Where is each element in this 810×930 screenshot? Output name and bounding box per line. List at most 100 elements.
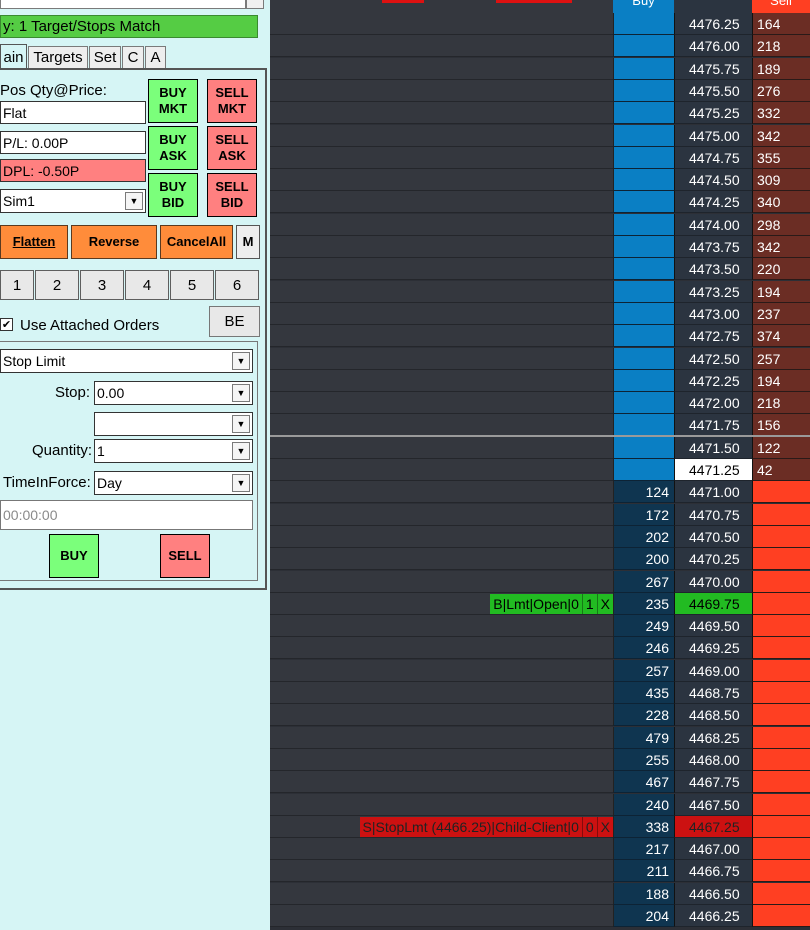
price-cell[interactable]: 4467.25 xyxy=(674,816,752,838)
bid-size-cell[interactable]: 188 xyxy=(613,883,674,905)
ladder-row[interactable]: 172 4470.75 xyxy=(270,504,810,526)
orders-cell[interactable] xyxy=(270,459,613,481)
orders-cell[interactable] xyxy=(270,348,613,370)
bid-size-cell[interactable]: 257 xyxy=(613,660,674,682)
sell-column-header[interactable]: Sell xyxy=(752,0,810,13)
bid-size-cell[interactable]: 435 xyxy=(613,682,674,704)
working-buy-order[interactable]: B|Lmt|Open|0 1 X xyxy=(490,594,613,614)
price-cell[interactable]: 4474.00 xyxy=(674,214,752,236)
bid-size-cell[interactable] xyxy=(613,214,674,236)
ladder-row[interactable]: 257 4469.00 xyxy=(270,660,810,682)
ladder-row[interactable]: 4474.50 309 xyxy=(270,169,810,191)
orders-cell[interactable] xyxy=(270,704,613,726)
orders-cell[interactable] xyxy=(270,660,613,682)
bid-size-cell[interactable]: 211 xyxy=(613,860,674,882)
price-cell[interactable]: 4466.75 xyxy=(674,860,752,882)
price-cell[interactable]: 4474.25 xyxy=(674,191,752,213)
orders-cell[interactable] xyxy=(270,258,613,280)
buy-bid-button[interactable]: BUY BID xyxy=(148,173,198,217)
bid-size-cell[interactable] xyxy=(613,125,674,147)
sell-market-button[interactable]: SELL MKT xyxy=(207,79,257,123)
ask-size-cell[interactable]: 194 xyxy=(752,281,810,303)
ask-size-cell[interactable] xyxy=(752,883,810,905)
order-sell-button[interactable]: SELL xyxy=(160,534,210,578)
price-cell[interactable]: 4471.25 xyxy=(674,459,752,481)
price-cell[interactable]: 4476.00 xyxy=(674,35,752,57)
ladder-row[interactable]: 4474.75 355 xyxy=(270,147,810,169)
ladder-row[interactable]: 124 4471.00 xyxy=(270,481,810,503)
ask-size-cell[interactable]: 164 xyxy=(752,13,810,35)
chevron-down-icon[interactable]: ▼ xyxy=(232,352,250,370)
buy-column-header[interactable]: Buy xyxy=(613,0,674,13)
orders-cell[interactable] xyxy=(270,58,613,80)
reverse-button[interactable]: Reverse xyxy=(71,225,157,259)
orders-cell[interactable]: S|StopLmt (4466.25)|Child-Client|0 0 X xyxy=(270,816,613,838)
orders-cell[interactable] xyxy=(270,169,613,191)
bid-size-cell[interactable] xyxy=(613,35,674,57)
orders-cell[interactable] xyxy=(270,35,613,57)
ask-size-cell[interactable]: 237 xyxy=(752,303,810,325)
ladder-row[interactable]: 4472.50 257 xyxy=(270,348,810,370)
ladder-row[interactable]: 4474.25 340 xyxy=(270,191,810,213)
price-cell[interactable]: 4469.75 xyxy=(674,593,752,615)
flatten-button[interactable]: Flatten xyxy=(0,225,68,259)
ask-size-cell[interactable] xyxy=(752,727,810,749)
ladder-row[interactable]: 246 4469.25 xyxy=(270,637,810,659)
m-button[interactable]: M xyxy=(236,225,260,259)
ladder-row[interactable]: 467 4467.75 xyxy=(270,771,810,793)
ladder-row[interactable]: 200 4470.25 xyxy=(270,548,810,570)
ladder-row[interactable]: 228 4468.50 xyxy=(270,704,810,726)
orders-cell[interactable] xyxy=(270,860,613,882)
orders-cell[interactable] xyxy=(270,571,613,593)
ask-size-cell[interactable]: 220 xyxy=(752,258,810,280)
ask-size-cell[interactable]: 340 xyxy=(752,191,810,213)
ladder-row[interactable]: 4471.75 156 xyxy=(270,414,810,436)
price-cell[interactable]: 4473.25 xyxy=(674,281,752,303)
ladder-row[interactable]: 435 4468.75 xyxy=(270,682,810,704)
qty-preset-4[interactable]: 4 xyxy=(125,270,169,300)
price-cell[interactable]: 4466.50 xyxy=(674,883,752,905)
orders-cell[interactable] xyxy=(270,325,613,347)
ladder-row[interactable]: 4472.75 374 xyxy=(270,325,810,347)
ladder-row[interactable]: 240 4467.50 xyxy=(270,794,810,816)
bid-size-cell[interactable]: 228 xyxy=(613,704,674,726)
ask-size-cell[interactable] xyxy=(752,704,810,726)
orders-cell[interactable] xyxy=(270,102,613,124)
orders-cell[interactable] xyxy=(270,80,613,102)
ask-size-cell[interactable] xyxy=(752,637,810,659)
price-cell[interactable]: 4468.25 xyxy=(674,727,752,749)
ask-size-cell[interactable]: 122 xyxy=(752,437,810,459)
ladder-row[interactable]: 4474.00 298 xyxy=(270,214,810,236)
ladder-row[interactable]: 4473.50 220 xyxy=(270,258,810,280)
ladder-row[interactable]: 4476.00 218 xyxy=(270,35,810,57)
sell-ask-button[interactable]: SELL ASK xyxy=(207,126,257,170)
orders-cell[interactable] xyxy=(270,615,613,637)
time-input[interactable]: 00:00:00 xyxy=(0,500,253,530)
ladder-row[interactable]: 479 4468.25 xyxy=(270,727,810,749)
bid-size-cell[interactable]: 479 xyxy=(613,727,674,749)
price-cell[interactable]: 4469.50 xyxy=(674,615,752,637)
stop-price-input[interactable]: 0.00 ▼ xyxy=(94,381,253,405)
order-cancel-button[interactable]: X xyxy=(596,817,613,837)
chevron-down-icon[interactable]: ▼ xyxy=(232,474,250,492)
ask-size-cell[interactable]: 218 xyxy=(752,35,810,57)
ladder-row[interactable]: 204 4466.25 xyxy=(270,905,810,927)
price-cell[interactable]: 4472.25 xyxy=(674,370,752,392)
bid-size-cell[interactable]: 267 xyxy=(613,571,674,593)
ask-size-cell[interactable]: 342 xyxy=(752,236,810,258)
bid-size-cell[interactable] xyxy=(613,325,674,347)
ask-size-cell[interactable] xyxy=(752,504,810,526)
price-cell[interactable]: 4473.50 xyxy=(674,258,752,280)
bid-size-cell[interactable] xyxy=(613,13,674,35)
price-cell[interactable]: 4473.00 xyxy=(674,303,752,325)
chevron-down-icon[interactable]: ▼ xyxy=(232,415,250,433)
price-cell[interactable]: 4473.75 xyxy=(674,236,752,258)
bid-size-cell[interactable]: 217 xyxy=(613,838,674,860)
price-cell[interactable]: 4472.00 xyxy=(674,392,752,414)
ask-size-cell[interactable] xyxy=(752,593,810,615)
bid-size-cell[interactable] xyxy=(613,437,674,459)
ask-size-cell[interactable] xyxy=(752,771,810,793)
price-cell[interactable]: 4467.00 xyxy=(674,838,752,860)
order-cancel-button[interactable]: X xyxy=(596,594,613,614)
orders-cell[interactable] xyxy=(270,749,613,771)
